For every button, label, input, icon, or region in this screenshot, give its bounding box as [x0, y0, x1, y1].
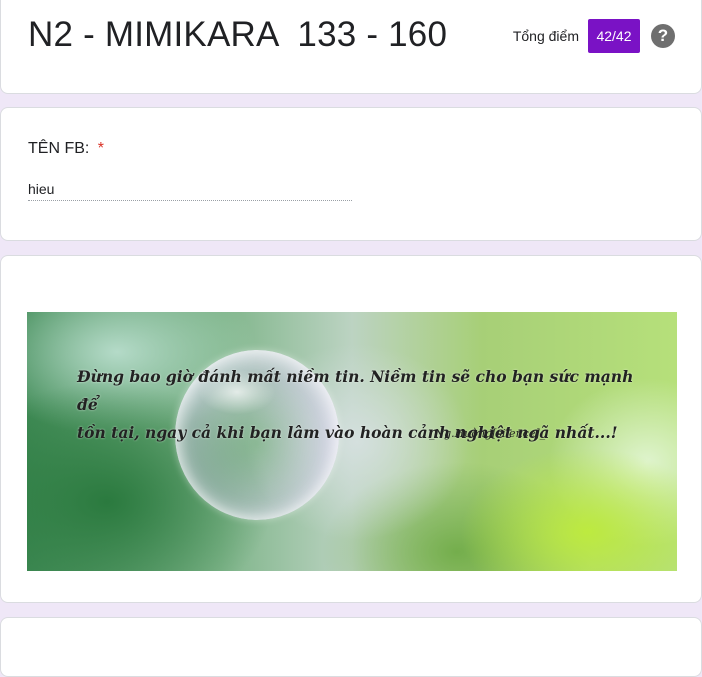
image-card: Đừng bao giờ đánh mất niềm tin. Niềm tin…: [0, 255, 702, 603]
question-title: TÊN FB: *: [28, 140, 104, 158]
score-label: Tổng điểm: [512, 28, 579, 44]
answer-field[interactable]: hieu: [28, 179, 352, 201]
required-asterisk: *: [97, 140, 105, 157]
help-circle-icon[interactable]: ?: [651, 24, 675, 48]
total-score: Tổng điểm 42/42 ?: [513, 19, 675, 53]
next-question-card: [0, 617, 702, 677]
quote-signature: _Ng.Hường[silence]_: [429, 427, 546, 440]
question-label: TÊN FB:: [28, 140, 90, 157]
score-badge: 42/42: [588, 19, 640, 53]
form-header-card: N2 - MIMIKARA 133 - 160 Tổng điểm 42/42 …: [0, 0, 702, 94]
page-title: N2 - MIMIKARA 133 - 160: [28, 15, 448, 54]
quote-banner-image: Đừng bao giờ đánh mất niềm tin. Niềm tin…: [27, 312, 677, 571]
quote-text: Đừng bao giờ đánh mất niềm tin. Niềm tin…: [77, 363, 657, 447]
question-card-name: TÊN FB: * hieu: [0, 107, 702, 241]
quote-line-1: Đừng bao giờ đánh mất niềm tin. Niềm tin…: [77, 367, 634, 414]
